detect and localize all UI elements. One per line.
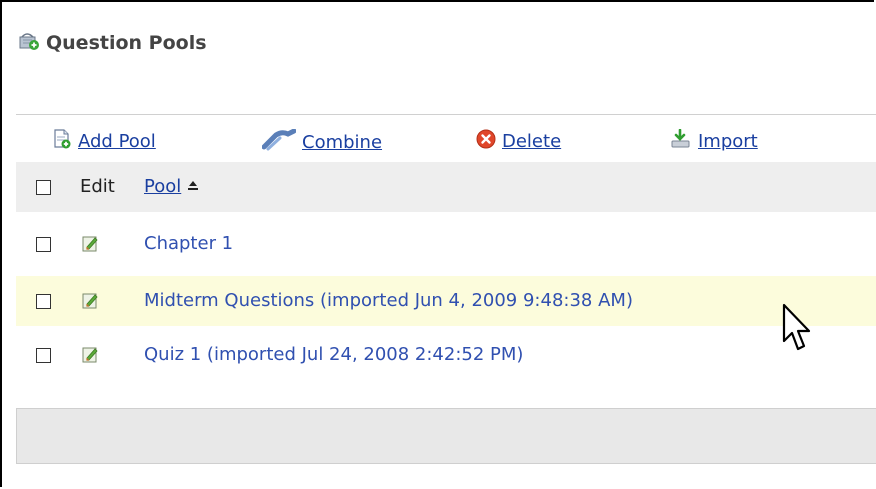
- add-pool-label[interactable]: Add Pool: [78, 131, 156, 152]
- row-checkbox[interactable]: [36, 294, 51, 309]
- import-button[interactable]: Import: [670, 128, 758, 153]
- delete-button[interactable]: Delete: [476, 129, 561, 153]
- add-document-icon: [52, 129, 72, 153]
- add-pool-button[interactable]: Add Pool: [52, 129, 156, 153]
- question-pool-icon: [18, 31, 40, 55]
- mouse-cursor-icon: [782, 303, 812, 357]
- edit-pencil-icon[interactable]: [82, 346, 99, 367]
- combine-label[interactable]: Combine: [302, 132, 382, 153]
- delete-x-circle-icon: [476, 129, 496, 153]
- combine-button[interactable]: Combine: [261, 128, 382, 155]
- table-row: Quiz 1 (imported Jul 24, 2008 2:42:52 PM…: [16, 330, 876, 380]
- import-arrow-icon: [670, 128, 692, 153]
- select-all-checkbox[interactable]: [36, 180, 51, 195]
- pool-link[interactable]: Midterm Questions (imported Jun 4, 2009 …: [144, 290, 633, 311]
- page-title: Question Pools: [46, 32, 207, 54]
- row-checkbox[interactable]: [36, 237, 51, 252]
- table-footer: [16, 408, 876, 464]
- row-checkbox[interactable]: [36, 348, 51, 363]
- toolbar: Add Pool Combine Delete Import: [16, 114, 876, 163]
- edit-pencil-icon[interactable]: [82, 235, 99, 256]
- sort-ascending-icon[interactable]: [187, 176, 199, 197]
- pool-link[interactable]: Chapter 1: [144, 233, 233, 254]
- pool-sort-link[interactable]: Pool: [144, 176, 199, 197]
- table-row: Chapter 1: [16, 219, 876, 269]
- pool-column-label[interactable]: Pool: [144, 176, 181, 197]
- pool-link[interactable]: Quiz 1 (imported Jul 24, 2008 2:42:52 PM…: [144, 344, 523, 365]
- table-header: Edit Pool: [16, 162, 876, 212]
- table-row: Midterm Questions (imported Jun 4, 2009 …: [16, 276, 876, 326]
- edit-pencil-icon[interactable]: [82, 292, 99, 313]
- edit-column-header: Edit: [80, 176, 115, 197]
- delete-label[interactable]: Delete: [502, 131, 561, 152]
- page-header: Question Pools: [18, 28, 207, 58]
- import-label[interactable]: Import: [698, 131, 758, 152]
- combine-plug-icon: [261, 128, 297, 155]
